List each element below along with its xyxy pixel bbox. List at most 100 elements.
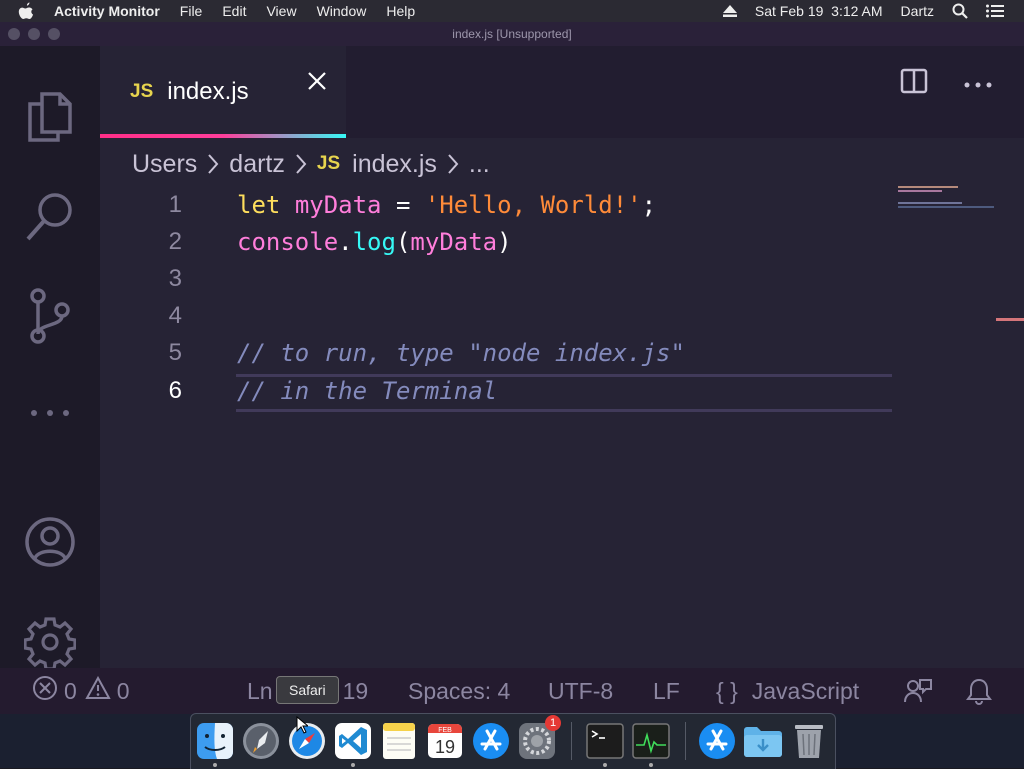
running-indicator: [603, 763, 607, 767]
running-indicator: [351, 763, 355, 767]
argument: myData: [410, 227, 498, 256]
apple-menu-icon[interactable]: [18, 2, 38, 20]
system-preferences-icon[interactable]: 1: [517, 715, 561, 761]
code-line: 5 // to run, type "node index.js": [100, 334, 900, 371]
scrollbar-marker: [996, 318, 1024, 321]
paren-open: (: [395, 227, 411, 256]
vscode-icon[interactable]: [333, 721, 373, 761]
window-titlebar: index.js [Unsupported]: [0, 22, 1024, 46]
variable: myData: [294, 190, 382, 219]
tab-index-js[interactable]: JS index.js: [100, 46, 346, 138]
breadcrumb-users[interactable]: Users: [132, 150, 197, 179]
language-mode: JavaScript: [751, 677, 860, 704]
comment: // in the Terminal: [237, 376, 498, 405]
more-dots-icon[interactable]: [0, 408, 100, 418]
window-title: index.js [Unsupported]: [452, 27, 572, 41]
line-number: 2: [168, 227, 182, 255]
breadcrumb-file[interactable]: index.js: [352, 150, 437, 179]
split-editor-icon[interactable]: [900, 68, 928, 99]
code-line: 1 let myData = 'Hello, World!';: [100, 186, 900, 223]
menu-help[interactable]: Help: [386, 3, 415, 19]
minimap-line: [898, 206, 994, 208]
minimap[interactable]: [898, 186, 998, 210]
eject-icon[interactable]: [722, 5, 737, 17]
menu-edit[interactable]: Edit: [222, 3, 246, 19]
dock-separator: [571, 722, 572, 760]
dock-tooltip: Safari: [276, 676, 339, 704]
terminal-icon[interactable]: [585, 721, 625, 761]
menu-window[interactable]: Window: [317, 3, 367, 19]
minimap-line: [898, 186, 958, 188]
function-name: log: [352, 227, 396, 256]
running-indicator: [213, 763, 217, 767]
language-status[interactable]: { } JavaScript: [716, 668, 859, 714]
tab-label: index.js: [167, 78, 249, 105]
source-control-icon[interactable]: [0, 288, 100, 344]
account-icon[interactable]: [0, 516, 100, 568]
editor-actions: [900, 68, 992, 99]
problems-status[interactable]: 0 0: [32, 668, 130, 714]
close-window-button[interactable]: [8, 28, 20, 40]
menu-app-name[interactable]: Activity Monitor: [54, 3, 160, 19]
mouse-cursor: [296, 715, 310, 739]
indentation-status[interactable]: Spaces: 4: [408, 668, 510, 714]
error-icon: [32, 675, 58, 707]
operator: =: [395, 190, 411, 219]
activity-monitor-icon[interactable]: [631, 721, 671, 761]
minimap-line: [898, 202, 962, 204]
spotlight-search-icon[interactable]: [952, 3, 968, 19]
line-number: 4: [168, 301, 182, 329]
keyword: let: [237, 190, 281, 219]
zoom-window-button[interactable]: [48, 28, 60, 40]
minimize-window-button[interactable]: [28, 28, 40, 40]
line-number: 3: [168, 264, 182, 292]
chevron-right-icon: [207, 153, 219, 175]
calendar-month: FEB: [438, 727, 452, 734]
dock: FEB 19 1: [190, 713, 836, 769]
code-line: 2 console.log(myData): [100, 223, 900, 260]
app-store-icon[interactable]: [471, 721, 511, 761]
object-name: console: [237, 227, 339, 256]
position-suffix: 19: [342, 677, 369, 704]
warning-icon: [85, 675, 111, 706]
notification-center-icon[interactable]: [986, 4, 1004, 18]
notes-icon[interactable]: [379, 721, 419, 761]
menubar-datetime[interactable]: Sat Feb 19 3:12 AM: [755, 3, 883, 19]
bell-icon[interactable]: [966, 668, 992, 714]
eol-status[interactable]: LF: [653, 668, 680, 714]
encoding-status[interactable]: UTF-8: [548, 668, 613, 714]
close-icon[interactable]: [306, 70, 328, 97]
calendar-icon[interactable]: FEB 19: [425, 721, 465, 761]
status-bar: 0 0 Ln 19 Spaces: 4 UTF-8 LF { } JavaScr…: [0, 668, 1024, 714]
dock-separator: [685, 722, 686, 760]
menubar-user[interactable]: Dartz: [901, 3, 934, 19]
downloads-folder-icon[interactable]: [743, 721, 783, 761]
trash-icon[interactable]: [789, 721, 829, 761]
finder-icon[interactable]: [195, 721, 235, 761]
search-icon[interactable]: [0, 190, 100, 244]
running-indicator: [649, 763, 653, 767]
window-controls: [8, 28, 60, 40]
semicolon: ;: [641, 190, 657, 219]
warning-count: 0: [116, 677, 130, 704]
feedback-icon[interactable]: [904, 668, 932, 714]
line-number: 1: [168, 190, 182, 218]
activity-bar: [0, 46, 100, 668]
menu-view[interactable]: View: [266, 3, 296, 19]
active-tab-indicator: [100, 134, 346, 138]
gear-icon[interactable]: [0, 616, 100, 668]
breadcrumb-dartz[interactable]: dartz: [229, 150, 285, 179]
menu-file[interactable]: File: [180, 3, 203, 19]
breadcrumb-symbols[interactable]: ...: [469, 150, 490, 179]
launchpad-icon[interactable]: [241, 721, 281, 761]
menu-bar: Activity Monitor File Edit View Window H…: [0, 0, 1024, 22]
chevron-right-icon: [447, 153, 459, 175]
comment: // to run, type "node index.js": [237, 338, 685, 367]
dot: .: [338, 227, 353, 256]
code-line: 4: [100, 297, 900, 334]
code-line: 6 // in the Terminal: [100, 372, 900, 409]
braces-icon: { }: [716, 677, 738, 704]
explorer-icon[interactable]: [0, 90, 100, 144]
more-actions-icon[interactable]: [964, 75, 992, 93]
app-store-icon[interactable]: [697, 721, 737, 761]
